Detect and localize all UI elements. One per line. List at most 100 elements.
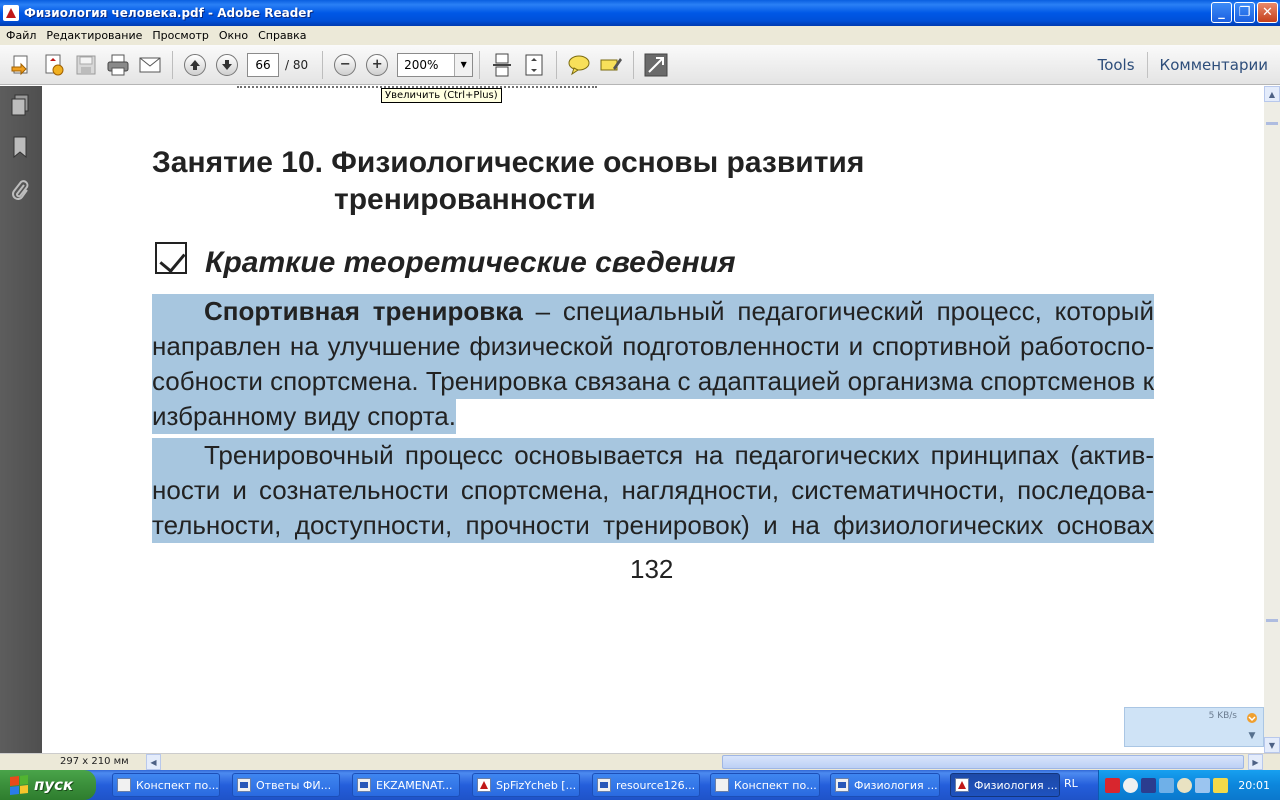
- bookmarks-icon[interactable]: [10, 136, 30, 158]
- page-total: / 80: [285, 57, 309, 72]
- fit-width-button[interactable]: [487, 50, 517, 80]
- pdf-doc-icon: [955, 778, 969, 792]
- scroll-left-arrow-icon[interactable]: ◀: [146, 754, 161, 770]
- scroll-up-arrow-icon[interactable]: ▲: [1264, 86, 1280, 102]
- document-view[interactable]: Увеличить (Ctrl+Plus) Занятие 10. Физиол…: [42, 86, 1264, 753]
- scroll-down-arrow-icon[interactable]: ▼: [1264, 737, 1280, 753]
- taskbar-item[interactable]: SpFizYcheb [...: [472, 773, 580, 797]
- window-controls: _ ❐ ✕: [1211, 2, 1278, 23]
- menu-file[interactable]: Файл: [2, 29, 42, 42]
- scroll-right-arrow-icon[interactable]: ▶: [1248, 754, 1263, 770]
- page-number-input[interactable]: 66: [247, 52, 279, 77]
- scroll-position-mark: [1266, 122, 1278, 125]
- word-doc-icon: [597, 778, 611, 792]
- menu-edit[interactable]: Редактирование: [42, 29, 148, 42]
- close-button[interactable]: ✕: [1257, 2, 1278, 23]
- next-page-button[interactable]: [212, 50, 242, 80]
- safely-remove-tray-icon[interactable]: [1195, 777, 1210, 793]
- scroll-position-mark: [1266, 619, 1278, 622]
- full-screen-button[interactable]: [641, 50, 671, 80]
- navigation-panel: [0, 86, 42, 753]
- pages-thumbnails-icon[interactable]: [10, 94, 30, 116]
- paragraph-line: Тренировочный процесс основывается на пе…: [152, 438, 1154, 473]
- taskbar-item-label: EKZAMENAT...: [376, 778, 453, 792]
- printer-icon: [107, 54, 129, 75]
- toolbar-separator: [479, 50, 481, 79]
- network-tray-icon[interactable]: [1159, 777, 1174, 793]
- paragraph-1[interactable]: Спортивная тренировка – специальный педа…: [152, 294, 1154, 434]
- taskbar-item-label: Физиология ...: [974, 778, 1058, 792]
- taskbar: пуск Конспект по... Ответы ФИ... EKZAMEN…: [0, 770, 1280, 800]
- menu-bar: Файл Редактирование Просмотр Окно Справк…: [0, 26, 1280, 45]
- widget-menu-icon[interactable]: [1243, 710, 1261, 726]
- arrow-up-icon: [184, 53, 206, 76]
- network-speed-widget[interactable]: 5 KB/s ▼: [1124, 707, 1264, 747]
- taskbar-item-label: SpFizYcheb [...: [496, 778, 577, 792]
- paragraph-line-rest: – специальный педагогический процесс, ко…: [522, 296, 1154, 326]
- lesson-heading-line2: тренированности: [334, 183, 596, 216]
- stats-tray-icon[interactable]: [1141, 777, 1156, 793]
- paragraph-2[interactable]: Тренировочный процесс основывается на пе…: [152, 438, 1154, 543]
- paperclip-attachments-icon[interactable]: [10, 180, 30, 202]
- chevron-down-icon[interactable]: ▼: [454, 53, 473, 76]
- speech-bubble-icon: [568, 55, 590, 75]
- paragraph-line: тельности, доступности, прочности тренир…: [152, 508, 1154, 543]
- menu-window[interactable]: Окно: [215, 29, 254, 42]
- taskbar-item[interactable]: resource126...: [592, 773, 700, 797]
- save-button[interactable]: [71, 50, 101, 80]
- zoom-level-select[interactable]: 200% ▼: [397, 52, 474, 77]
- minimize-button[interactable]: _: [1211, 2, 1232, 23]
- security-tray-icon[interactable]: [1213, 777, 1228, 793]
- maximize-button[interactable]: ❐: [1234, 2, 1255, 23]
- zoom-out-button[interactable]: −: [330, 50, 360, 80]
- paragraph-line: избранному виду спорта.: [152, 399, 456, 434]
- lesson-heading: Занятие 10. Физиологические основы разви…: [152, 144, 1052, 218]
- add-comment-button[interactable]: [564, 50, 594, 80]
- window-title-bar[interactable]: Физиология человека.pdf - Adobe Reader _…: [0, 0, 1280, 26]
- volume-tray-icon[interactable]: [1177, 777, 1192, 793]
- language-indicator[interactable]: RL: [1064, 777, 1078, 790]
- menu-view[interactable]: Просмотр: [148, 29, 214, 42]
- zoom-in-button[interactable]: +: [362, 50, 392, 80]
- highlight-button[interactable]: [596, 50, 626, 80]
- toolbar-separator: [322, 50, 324, 79]
- taskbar-item-label: Физиология ...: [854, 778, 938, 792]
- comments-pane-button[interactable]: Комментарии: [1148, 56, 1280, 74]
- taskbar-item-label: Ответы ФИ...: [256, 778, 332, 792]
- print-button[interactable]: [103, 50, 133, 80]
- open-button[interactable]: [7, 50, 37, 80]
- adobe-reader-app-icon[interactable]: [3, 5, 19, 21]
- page-number-label: 132: [630, 554, 674, 584]
- window-title: Физиология человека.pdf - Adobe Reader: [24, 6, 313, 20]
- email-button[interactable]: [135, 50, 165, 80]
- paragraph-line: направлен на улучшение физической подгот…: [152, 329, 1154, 364]
- create-pdf-button[interactable]: [39, 50, 69, 80]
- vertical-scrollbar[interactable]: ▲ ▼: [1264, 86, 1280, 753]
- taskbar-item[interactable]: Ответы ФИ...: [232, 773, 340, 797]
- tools-pane-button[interactable]: Tools: [1086, 56, 1147, 74]
- start-button[interactable]: пуск: [0, 770, 96, 800]
- horizontal-scroll-thumb[interactable]: [722, 755, 1244, 769]
- checkmark-box-icon: [155, 242, 187, 274]
- taskbar-item[interactable]: Физиология ...: [830, 773, 940, 797]
- taskbar-item[interactable]: EKZAMENAT...: [352, 773, 460, 797]
- taskbar-clock: 20:01: [1238, 778, 1270, 792]
- section-subheading: Краткие теоретические сведения: [205, 246, 736, 279]
- windows-logo-icon: [10, 775, 28, 795]
- start-label: пуск: [34, 776, 74, 794]
- menu-help[interactable]: Справка: [254, 29, 312, 42]
- widget-collapse-icon[interactable]: ▼: [1243, 728, 1261, 744]
- taskbar-item-active[interactable]: Физиология ...: [950, 773, 1060, 797]
- open-file-icon: [11, 55, 28, 75]
- taskbar-item[interactable]: Конспект по...: [710, 773, 820, 797]
- taskbar-item[interactable]: Конспект по...: [112, 773, 220, 797]
- fit-page-button[interactable]: [519, 50, 549, 80]
- previous-page-button[interactable]: [180, 50, 210, 80]
- term-bold: Спортивная тренировка: [204, 296, 523, 326]
- taskbar-item-label: resource126...: [616, 778, 696, 792]
- app-window-icon: [715, 778, 729, 792]
- toolbar-separator: [633, 50, 635, 79]
- ie-tray-icon[interactable]: [1123, 777, 1138, 793]
- create-pdf-icon: [45, 54, 64, 75]
- ati-tray-icon[interactable]: [1105, 777, 1120, 793]
